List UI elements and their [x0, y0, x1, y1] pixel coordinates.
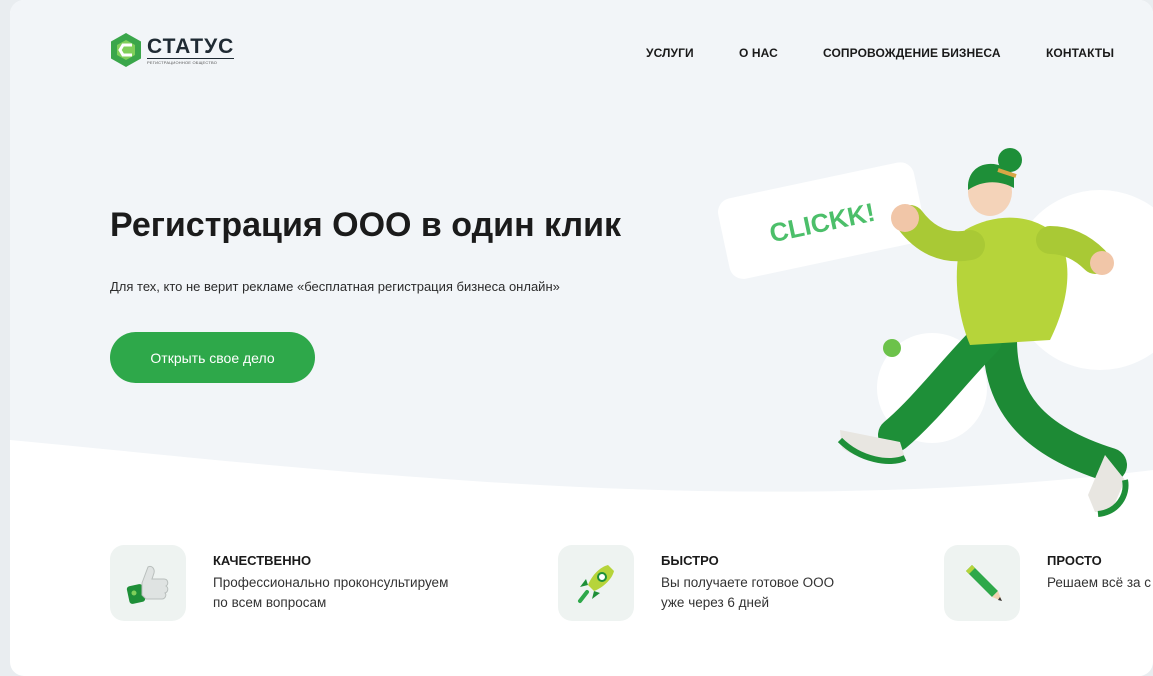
feature-desc-line: Решаем всё за с	[1047, 575, 1152, 590]
running-person-illustration: CLICKK!	[718, 148, 1153, 517]
open-business-button[interactable]: Открыть свое дело	[110, 332, 315, 383]
page-frame: СТАТУС РЕГИСТРАЦИОННОЕ ОБЩЕСТВО УСЛУГИ О…	[10, 0, 1153, 676]
feature-desc-line: Вы получаете готовое ООО	[661, 575, 835, 590]
nav-item-about[interactable]: О НАС	[739, 46, 778, 60]
feature-desc-line: уже через 6 дней	[661, 595, 770, 610]
decor-dot	[883, 339, 901, 357]
feature-desc-line: Профессионально проконсультируем	[213, 575, 449, 590]
thumbs-up-icon	[126, 566, 169, 604]
nav-item-contacts[interactable]: КОНТАКТЫ	[1046, 46, 1114, 60]
feature-description: Решаем всё за с	[1047, 573, 1153, 593]
feature-icon-box	[558, 545, 634, 621]
hero-subtitle: Для тех, кто не верит рекламе «бесплатна…	[110, 279, 560, 294]
nav-item-services[interactable]: УСЛУГИ	[646, 46, 694, 60]
feature-icon-box	[110, 545, 186, 621]
feature-title: КАЧЕСТВЕННО	[213, 553, 312, 568]
feature-description: Вы получаете готовое ООО уже через 6 дне…	[661, 573, 941, 613]
feature-icon-box	[944, 545, 1020, 621]
rocket-icon	[578, 565, 614, 603]
feature-desc-line: по всем вопросам	[213, 595, 327, 610]
feature-speed: БЫСТРО Вы получаете готовое ООО уже чере…	[558, 545, 941, 621]
feature-description: Профессионально проконсультируем по всем…	[213, 573, 493, 613]
feature-title: БЫСТРО	[661, 553, 719, 568]
feature-simple: ПРОСТО Решаем всё за с	[944, 545, 1153, 621]
nav-item-business-support[interactable]: СОПРОВОЖДЕНИЕ БИЗНЕСА	[823, 46, 1001, 60]
feature-quality: КАЧЕСТВЕННО Профессионально проконсульти…	[110, 545, 493, 621]
main-nav: УСЛУГИ О НАС СОПРОВОЖДЕНИЕ БИЗНЕСА КОНТА…	[10, 46, 1153, 62]
hero-title: Регистрация ООО в один клик	[110, 206, 621, 244]
pencil-icon	[966, 565, 1002, 601]
feature-title: ПРОСТО	[1047, 553, 1102, 568]
